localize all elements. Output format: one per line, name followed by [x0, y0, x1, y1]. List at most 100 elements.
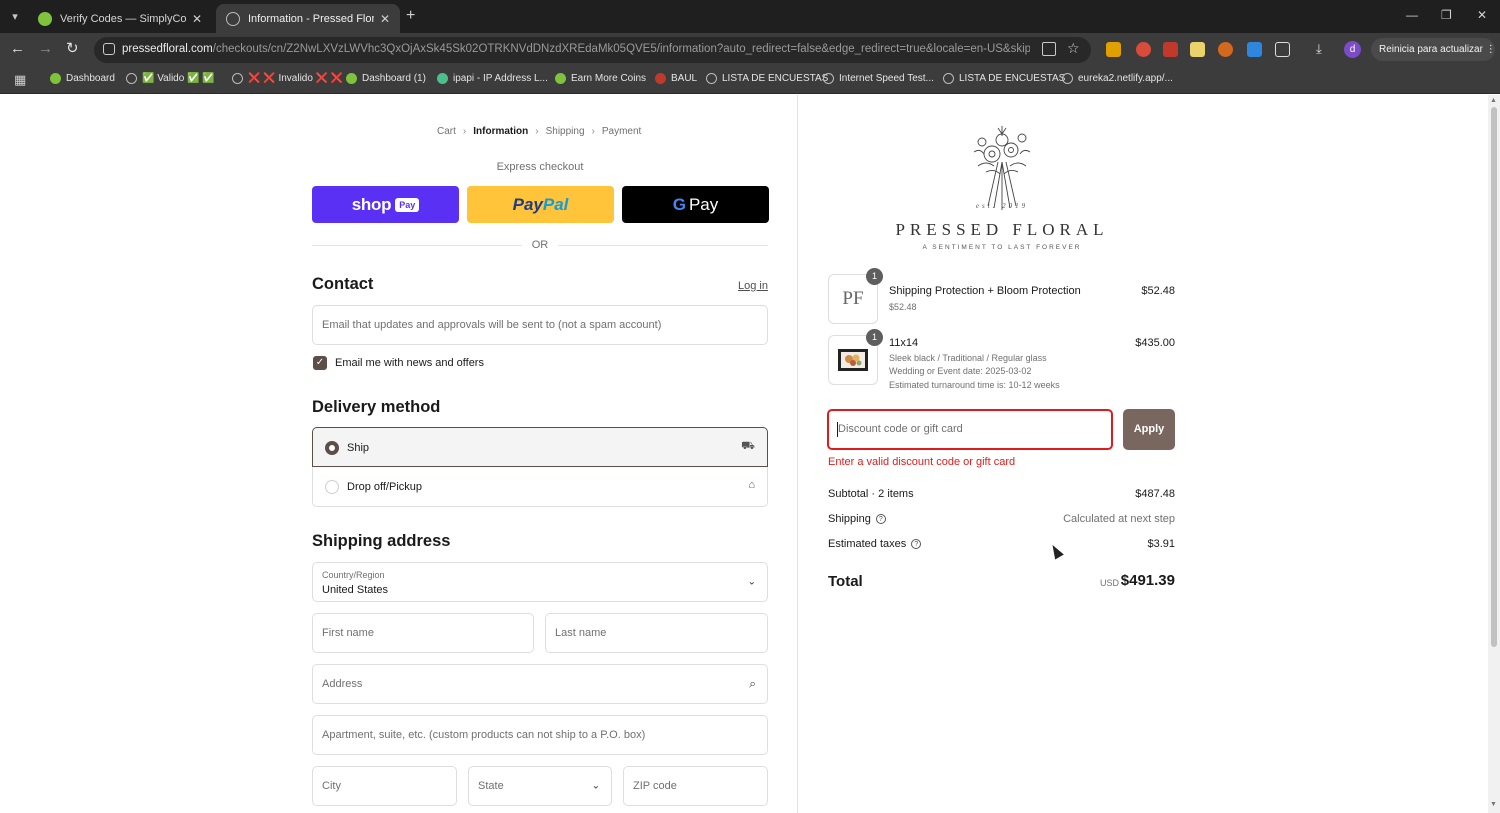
- extension-icon[interactable]: [1247, 42, 1262, 57]
- translate-icon[interactable]: [1042, 42, 1056, 56]
- close-tab-icon[interactable]: ✕: [380, 12, 390, 26]
- breadcrumb-payment: Payment: [601, 126, 642, 137]
- delivery-option-ship[interactable]: Ship ⛟: [312, 427, 768, 467]
- site-settings-icon[interactable]: [103, 43, 115, 55]
- quantity-badge: 1: [866, 329, 883, 346]
- bookmark-item[interactable]: BAUL: [655, 73, 697, 84]
- scroll-up-icon[interactable]: ▲: [1490, 97, 1497, 104]
- total-label: Total: [828, 573, 863, 590]
- tab-simplycodes[interactable]: Verify Codes — SimplyCodes ✕: [28, 4, 212, 33]
- bookmark-item[interactable]: Earn More Coins: [555, 73, 646, 84]
- first-name-field[interactable]: First name: [312, 613, 534, 653]
- scrollbar-thumb[interactable]: [1491, 107, 1497, 647]
- discount-code-input[interactable]: Discount code or gift card: [827, 409, 1113, 450]
- bookmark-item[interactable]: Dashboard (1): [346, 73, 426, 84]
- shipping-value: Calculated at next step: [1063, 513, 1175, 525]
- log-in-link[interactable]: Log in: [700, 280, 768, 292]
- bookmark-item[interactable]: ipapi - IP Address L...: [437, 73, 548, 84]
- browser-tab-strip: ▾ Verify Codes — SimplyCodes ✕ Informati…: [0, 0, 1500, 33]
- state-select[interactable]: State ⌄: [468, 766, 612, 806]
- discount-error-message: Enter a valid discount code or gift card: [828, 456, 1016, 468]
- back-icon[interactable]: ←: [10, 41, 25, 57]
- apartment-field[interactable]: Apartment, suite, etc. (custom products …: [312, 715, 768, 755]
- bookmark-item[interactable]: LISTA DE ENCUESTAS: [943, 73, 1065, 84]
- apply-discount-button[interactable]: Apply: [1123, 409, 1175, 450]
- chevron-right-icon: ›: [591, 126, 595, 137]
- close-tab-icon[interactable]: ✕: [192, 12, 202, 26]
- total-value: $491.39: [1120, 572, 1175, 589]
- discount-placeholder: Discount code or gift card: [838, 423, 963, 435]
- zip-field[interactable]: ZIP code: [623, 766, 768, 806]
- last-name-field[interactable]: Last name: [545, 613, 768, 653]
- city-field[interactable]: City: [312, 766, 457, 806]
- logo-tagline: A SENTIMENT TO LAST FOREVER: [922, 244, 1082, 251]
- extension-icon[interactable]: [1163, 42, 1178, 57]
- first-name-placeholder: First name: [322, 627, 374, 639]
- extension-icon[interactable]: [1106, 42, 1121, 57]
- email-field[interactable]: Email that updates and approvals will be…: [312, 305, 768, 345]
- profile-avatar[interactable]: d: [1344, 41, 1361, 58]
- new-tab-icon[interactable]: +: [406, 8, 415, 24]
- page-scrollbar[interactable]: ▲ ▼: [1488, 95, 1500, 813]
- column-divider: [797, 95, 798, 813]
- update-browser-button[interactable]: Reinicia para actualizar ⋮: [1371, 38, 1496, 61]
- paypal-wordmark-2: Pal: [542, 194, 569, 214]
- truck-icon: ⛟: [741, 440, 755, 452]
- shop-pay-pill: Pay: [395, 197, 420, 212]
- last-name-placeholder: Last name: [555, 627, 607, 639]
- bookmarks-bar: ▦ Dashboard ✅ Valido ✅ ✅ ❌ ❌ Invalido ❌ …: [0, 66, 1500, 94]
- newsletter-checkbox[interactable]: ✓: [313, 356, 327, 370]
- close-window-icon[interactable]: ✕: [1477, 8, 1487, 22]
- or-label: OR: [531, 239, 549, 251]
- paypal-button[interactable]: Pay Pal: [467, 186, 614, 223]
- bookmark-item[interactable]: Dashboard: [50, 73, 115, 84]
- store-icon: ⌂: [748, 479, 755, 491]
- paypal-wordmark-1: Pay: [512, 194, 543, 214]
- address-field[interactable]: Address ⌕: [312, 664, 768, 704]
- apps-grid-icon[interactable]: ▦: [14, 72, 26, 88]
- extensions-puzzle-icon[interactable]: [1275, 42, 1290, 57]
- chevron-down-icon: ⌄: [591, 780, 600, 792]
- shipping-info-icon[interactable]: ?: [875, 514, 886, 524]
- delivery-option-pickup[interactable]: Drop off/Pickup ⌂: [312, 467, 768, 507]
- bookmark-item[interactable]: ✅ Valido ✅ ✅: [126, 73, 215, 84]
- restore-icon[interactable]: ❐: [1441, 8, 1452, 22]
- logo-brand: PRESSED FLORAL: [895, 220, 1109, 239]
- url-text: pressedfloral.com/checkouts/cn/Z2NwLXVzL…: [122, 43, 1030, 55]
- product-event-date: Wedding or Event date: 2025-03-02: [889, 366, 1032, 376]
- tab-search-chevron-icon[interactable]: ▾: [6, 8, 24, 26]
- bookmark-favicon: [232, 73, 243, 84]
- subtotal-value: $487.48: [1135, 488, 1175, 500]
- bookmark-item[interactable]: ❌ ❌ Invalido ❌ ❌: [232, 73, 343, 84]
- google-pay-button[interactable]: G Pay: [622, 186, 769, 223]
- bookmark-favicon: [655, 73, 666, 84]
- bookmark-star-icon[interactable]: ☆: [1067, 40, 1080, 57]
- pickup-radio[interactable]: [325, 480, 339, 494]
- zip-placeholder: ZIP code: [633, 780, 677, 792]
- country-value: United States: [322, 584, 389, 596]
- cookie-extension-icon[interactable]: [1218, 42, 1233, 57]
- ship-radio[interactable]: [325, 441, 339, 455]
- taxes-info-icon[interactable]: ?: [911, 539, 922, 549]
- forward-icon[interactable]: →: [38, 41, 53, 57]
- minimize-icon[interactable]: —: [1406, 8, 1418, 22]
- google-pay-text: Pay: [688, 194, 719, 214]
- bookmark-item[interactable]: Internet Speed Test...: [823, 73, 934, 84]
- download-icon[interactable]: ⤓: [1316, 41, 1322, 57]
- tab-pressed-floral[interactable]: Information - Pressed Floral - C ✕: [216, 4, 400, 33]
- apartment-placeholder: Apartment, suite, etc. (custom products …: [322, 729, 646, 741]
- shop-pay-button[interactable]: shop Pay: [312, 186, 459, 223]
- extension-icon[interactable]: [1136, 42, 1151, 57]
- address-bar[interactable]: pressedfloral.com/checkouts/cn/Z2NwLXVzL…: [94, 37, 1091, 63]
- extension-icon[interactable]: [1190, 42, 1205, 57]
- product-price: $435.00: [1135, 337, 1175, 349]
- scroll-down-icon[interactable]: ▼: [1490, 801, 1497, 808]
- breadcrumb-cart[interactable]: Cart: [437, 126, 456, 137]
- product-turnaround: Estimated turnaround time is: 10-12 week…: [889, 380, 1060, 390]
- pressed-floral-logo[interactable]: est. 2019 PRESSED FLORAL A SENTIMENT TO …: [890, 122, 1114, 254]
- reload-icon[interactable]: ↻: [66, 41, 79, 57]
- bookmark-item[interactable]: eureka2.netlify.app/...: [1062, 73, 1173, 84]
- country-select[interactable]: Country/Region United States ⌄: [312, 562, 768, 602]
- bookmark-favicon: [1062, 73, 1073, 84]
- bookmark-item[interactable]: LISTA DE ENCUESTAS: [706, 73, 828, 84]
